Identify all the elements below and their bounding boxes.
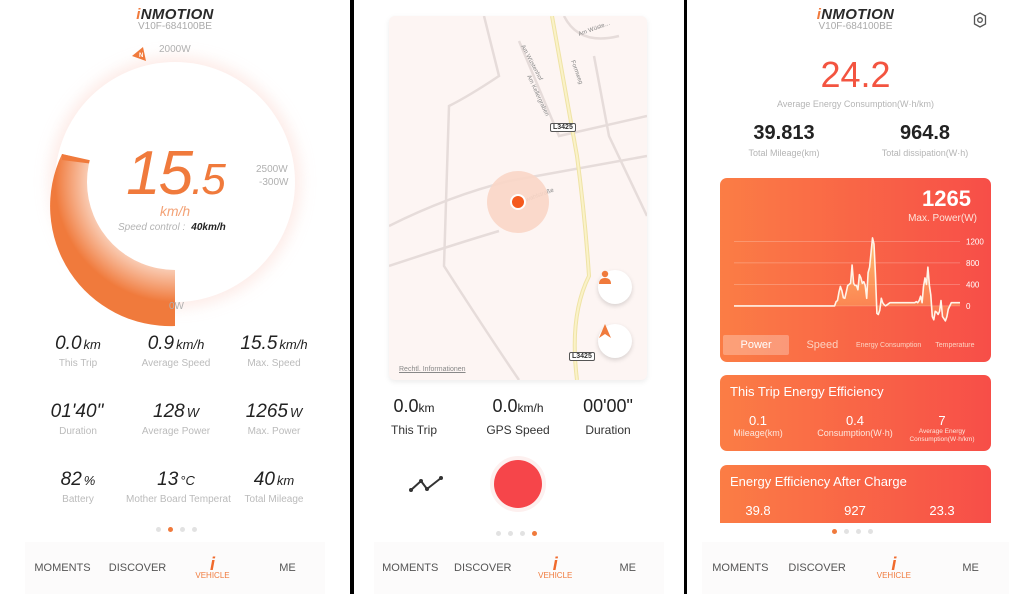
- stat-total-mileage: 40 km Total Mileage: [244, 469, 304, 505]
- road-label: L3425: [550, 123, 576, 132]
- charge-consumption: 927: [844, 503, 866, 518]
- trip-mileage: 0.1 Mileage(km): [733, 413, 783, 438]
- tab-me[interactable]: ME: [250, 562, 325, 574]
- page-dot-active[interactable]: [832, 529, 837, 534]
- bottom-tab-bar: MOMENTS DISCOVER i VEHICLE ME: [702, 542, 1009, 594]
- gps-stat-speed: 0.0km/h GPS Speed: [486, 396, 550, 437]
- tab-discover[interactable]: DISCOVER: [779, 562, 856, 574]
- tab-vehicle[interactable]: i VEHICLE: [175, 553, 250, 580]
- stat-average-speed: 0.9 km/h Average Speed: [141, 333, 211, 369]
- settings-button[interactable]: [972, 12, 988, 33]
- gauge-top-label: 2000W: [159, 44, 191, 55]
- speed-control: Speed control :40km/h: [118, 222, 226, 233]
- gauge-bottom-label: 0W: [169, 301, 184, 312]
- page-dot[interactable]: [496, 531, 501, 536]
- chart-tab-power[interactable]: Power: [723, 335, 790, 355]
- chart-y-tick-label: 800: [966, 259, 980, 268]
- power-chart-card: 1265 Max. Power(W) 0 400 800 1200 Power Spe…: [720, 178, 991, 362]
- page-dot-active[interactable]: [532, 531, 537, 536]
- page-dot[interactable]: [156, 527, 161, 532]
- stat-duration: 01'40" Duration: [50, 401, 104, 437]
- track-line-icon: [409, 476, 443, 492]
- tab-moments[interactable]: MOMENTS: [702, 562, 779, 574]
- page-dot[interactable]: [508, 531, 513, 536]
- svg-text:N: N: [139, 53, 143, 59]
- page-dot[interactable]: [856, 529, 861, 534]
- speed-gauge: N 2000W 2500W -300W 0W 15.5 km/h Speed c…: [0, 0, 350, 330]
- track-history-button[interactable]: [409, 475, 445, 498]
- stat-board-temperature: 13 °C Mother Board Temperat: [126, 469, 231, 505]
- vehicle-logo-icon: i: [891, 553, 897, 574]
- page-dot[interactable]: [192, 527, 197, 532]
- tab-me[interactable]: ME: [592, 562, 665, 574]
- page-dot[interactable]: [520, 531, 525, 536]
- tab-discover[interactable]: DISCOVER: [100, 562, 175, 574]
- chart-series-line: [734, 237, 960, 322]
- stat-this-trip: 0.0 km This Trip: [55, 333, 101, 369]
- speed-unit: km/h: [159, 203, 191, 219]
- stat-battery: 82% Battery: [60, 469, 96, 505]
- tab-moments[interactable]: MOMENTS: [374, 562, 447, 574]
- trip-average-consumption: 7 Average Energy Consumption(W·h/km): [909, 413, 975, 443]
- bottom-tab-bar: MOMENTS DISCOVER i VEHICLE ME: [374, 542, 664, 594]
- chart-tabs: Power Speed Energy Consumption Temperatu…: [723, 334, 988, 356]
- chart-tab-temperature[interactable]: Temperature: [922, 341, 988, 350]
- page-dot-active[interactable]: [168, 527, 173, 532]
- gps-stat-duration: 00'00" Duration: [583, 396, 633, 437]
- vehicle-dashboard-panel: iNMOTION V10F-684100BE N 2000W 2500W -30…: [0, 0, 350, 594]
- svg-text:Formweg: Formweg: [569, 60, 583, 86]
- gps-stat-this-trip: 0.0km This Trip: [390, 396, 437, 437]
- navigation-arrow-icon: [599, 324, 611, 338]
- total-dissipation: 964.8 Total dissipation(W·h): [881, 122, 969, 158]
- recenter-button[interactable]: [598, 324, 632, 358]
- chart-y-tick-label: 400: [966, 280, 980, 289]
- gear-icon: [973, 12, 987, 28]
- trip-consumption: 0.4 Consumption(W·h): [817, 413, 893, 438]
- charge-efficiency-card[interactable]: Energy Efficiency After Charge 39.8 927 …: [720, 465, 991, 523]
- chart-y-tick-label: 1200: [966, 237, 984, 246]
- average-energy-label: Average Energy Consumption(W·h/km): [777, 99, 934, 109]
- chart-tab-speed[interactable]: Speed: [789, 339, 855, 350]
- map-view[interactable]: Am Wüstenhof Am Wüste… Formweg Am Keller…: [389, 16, 647, 380]
- page-indicator: [156, 527, 197, 532]
- average-energy-consumption: 24.2: [820, 54, 891, 95]
- trip-efficiency-title: This Trip Energy Efficiency: [730, 384, 884, 399]
- record-button[interactable]: [494, 460, 542, 508]
- page-dot[interactable]: [844, 529, 849, 534]
- trip-efficiency-card[interactable]: This Trip Energy Efficiency 0.1 Mileage(k…: [720, 375, 991, 451]
- road-label: L3425: [569, 352, 595, 361]
- svg-text:Am Wüste…: Am Wüste…: [578, 21, 612, 38]
- stat-average-power: 128 W Average Power: [141, 401, 211, 437]
- person-icon: [599, 270, 611, 284]
- page-dot[interactable]: [868, 529, 873, 534]
- vehicle-logo-icon: i: [209, 553, 215, 574]
- page-indicator: [496, 531, 537, 536]
- page-indicator: [832, 529, 873, 534]
- tab-vehicle[interactable]: i VEHICLE: [519, 553, 592, 580]
- gps-ride-panel: Am Wüstenhof Am Wüste… Formweg Am Keller…: [354, 0, 684, 594]
- total-mileage: 39.813 Total Mileage(km): [748, 122, 820, 158]
- stat-max-speed: 15.5 km/h Max. Speed: [240, 333, 308, 369]
- show-user-button[interactable]: [598, 270, 632, 304]
- chart-tab-energy-consumption[interactable]: Energy Consumption: [856, 341, 922, 350]
- stat-max-power: 1265 W Max. Power: [245, 401, 303, 437]
- charge-mileage: 39.8: [745, 503, 771, 518]
- tab-discover[interactable]: DISCOVER: [447, 562, 520, 574]
- charge-efficiency-title: Energy Efficiency After Charge: [730, 474, 907, 489]
- tab-me[interactable]: ME: [932, 562, 1009, 574]
- bottom-tab-bar: MOMENTS DISCOVER i VEHICLE ME: [25, 542, 325, 594]
- current-location-marker: [510, 194, 526, 210]
- current-speed: 15.5: [126, 139, 226, 208]
- vehicle-logo-icon: i: [552, 553, 558, 574]
- tab-moments[interactable]: MOMENTS: [25, 562, 100, 574]
- charge-average-consumption: 23.3: [929, 503, 955, 518]
- tab-vehicle[interactable]: i VEHICLE: [856, 553, 933, 580]
- energy-panel: iNMOTION V10F-684100BE 24.2 Average Ener…: [687, 0, 1024, 594]
- page-dot[interactable]: [180, 527, 185, 532]
- chart-y-tick-label: 0: [966, 302, 971, 311]
- legal-info-link[interactable]: Rechtl. Informationen: [399, 366, 466, 373]
